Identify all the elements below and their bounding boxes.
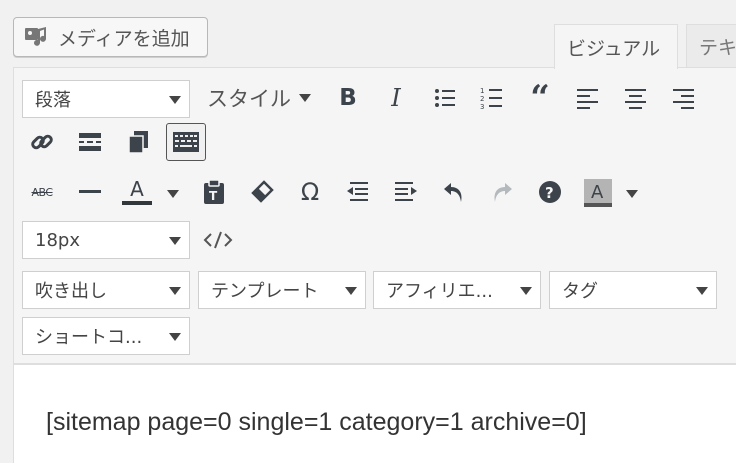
svg-text:?: ? bbox=[545, 184, 554, 202]
speech-bubble-select[interactable]: 吹き出し bbox=[22, 271, 190, 309]
strikethrough-icon[interactable]: ABC bbox=[27, 177, 57, 207]
affiliate-select[interactable]: アフィリエ... bbox=[373, 271, 541, 309]
affiliate-value: アフィリエ... bbox=[386, 281, 493, 302]
italic-icon[interactable]: I bbox=[381, 83, 411, 113]
chevron-down-icon[interactable] bbox=[626, 190, 638, 198]
redo-icon bbox=[487, 177, 517, 207]
svg-text:3: 3 bbox=[480, 103, 484, 110]
tag-value: タグ bbox=[562, 281, 598, 302]
editor-text[interactable]: [sitemap page=0 single=1 category=1 arch… bbox=[46, 408, 587, 437]
indent-icon[interactable] bbox=[391, 177, 421, 207]
tab-visual[interactable]: ビジュアル bbox=[554, 24, 678, 69]
wp-editor: メディアを追加 ビジュアル テキ 段落 スタイル B I 123 “ ABC A… bbox=[0, 0, 736, 463]
outdent-icon[interactable] bbox=[343, 177, 373, 207]
bullet-list-icon[interactable] bbox=[430, 83, 460, 113]
template-value: テンプレート bbox=[211, 281, 319, 302]
background-color-icon[interactable]: A bbox=[583, 177, 613, 207]
blockquote-icon[interactable]: “ bbox=[525, 78, 555, 118]
link-icon[interactable] bbox=[27, 127, 57, 157]
text-color-icon[interactable]: A bbox=[122, 177, 152, 207]
add-media-button[interactable]: メディアを追加 bbox=[13, 17, 208, 57]
chevron-down-icon bbox=[345, 287, 357, 295]
svg-text:1: 1 bbox=[480, 87, 484, 95]
media-icon bbox=[25, 27, 46, 46]
code-icon[interactable] bbox=[203, 225, 233, 255]
clear-formatting-icon[interactable] bbox=[247, 177, 277, 207]
keyboard-icon[interactable] bbox=[166, 123, 206, 161]
shortcode-value: ショートコ... bbox=[35, 327, 143, 348]
chevron-down-icon bbox=[169, 287, 181, 295]
chevron-down-icon bbox=[169, 237, 181, 245]
paste-text-icon[interactable]: T bbox=[199, 177, 229, 207]
svg-text:A: A bbox=[591, 182, 604, 203]
horizontal-line-icon[interactable] bbox=[75, 177, 105, 207]
chevron-down-icon bbox=[169, 333, 181, 341]
paragraph-select-value: 段落 bbox=[35, 90, 71, 111]
tag-select[interactable]: タグ bbox=[549, 271, 717, 309]
tab-text[interactable]: テキ bbox=[686, 24, 736, 68]
undo-icon[interactable] bbox=[439, 177, 469, 207]
shortcode-select[interactable]: ショートコ... bbox=[22, 317, 190, 355]
special-character-icon[interactable]: Ω bbox=[295, 177, 325, 207]
align-right-icon[interactable] bbox=[669, 83, 699, 113]
font-size-value: 18px bbox=[35, 229, 80, 251]
align-left-icon[interactable] bbox=[573, 83, 603, 113]
speech-bubble-value: 吹き出し bbox=[35, 281, 107, 302]
chevron-down-icon bbox=[299, 94, 311, 102]
template-select[interactable]: テンプレート bbox=[198, 271, 366, 309]
style-dropdown-label: スタイル bbox=[207, 87, 291, 111]
chevron-down-icon bbox=[520, 287, 532, 295]
svg-text:T: T bbox=[209, 189, 218, 203]
chevron-down-icon bbox=[169, 96, 181, 104]
chevron-down-icon bbox=[696, 287, 708, 295]
add-media-label: メディアを追加 bbox=[58, 27, 190, 50]
chevron-down-icon[interactable] bbox=[167, 190, 179, 198]
align-center-icon[interactable] bbox=[621, 83, 651, 113]
help-icon[interactable]: ? bbox=[535, 177, 565, 207]
style-dropdown[interactable]: スタイル bbox=[207, 83, 311, 113]
bold-icon[interactable]: B bbox=[333, 83, 363, 113]
numbered-list-icon[interactable]: 123 bbox=[477, 83, 507, 113]
font-size-select[interactable]: 18px bbox=[22, 221, 190, 259]
svg-text:2: 2 bbox=[480, 95, 484, 103]
read-more-icon[interactable] bbox=[75, 127, 105, 157]
paragraph-select[interactable]: 段落 bbox=[22, 80, 190, 118]
copy-icon[interactable] bbox=[123, 127, 153, 157]
